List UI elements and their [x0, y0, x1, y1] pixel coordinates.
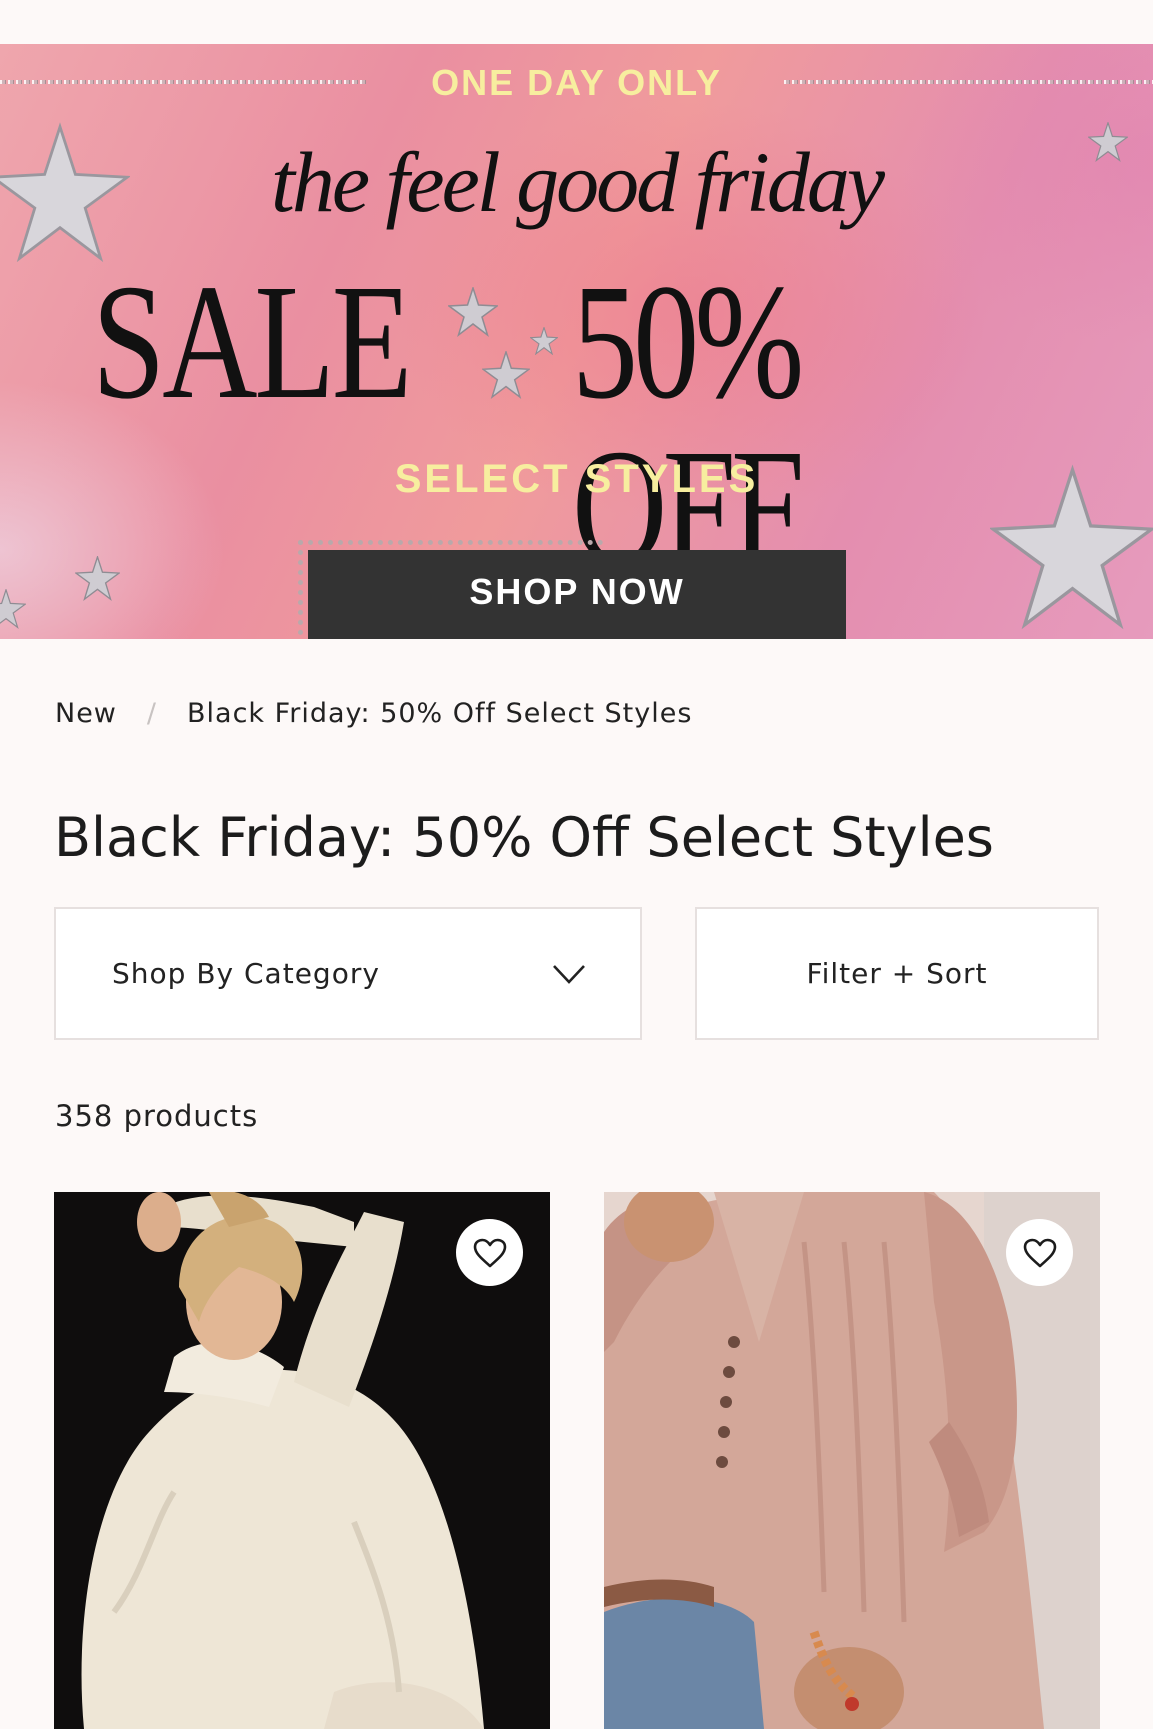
- promo-banner[interactable]: ONE DAY ONLY the feel good friday SALE 5…: [0, 44, 1153, 639]
- glitter-star-icon: [0, 589, 26, 629]
- glitter-star-icon: [530, 327, 558, 355]
- breadcrumb-separator: /: [146, 698, 158, 729]
- filter-sort-label: Filter + Sort: [806, 957, 988, 990]
- breadcrumb: New / Black Friday: 50% Off Select Style…: [55, 698, 692, 729]
- banner-headline: the feel good friday: [270, 134, 885, 230]
- chevron-down-icon: [553, 964, 585, 984]
- product-count: 358 products: [55, 1099, 259, 1133]
- banner-kicker: ONE DAY ONLY: [431, 62, 722, 103]
- glitter-star-icon: [448, 287, 498, 337]
- banner-discount: 50% OFF: [572, 250, 805, 598]
- breadcrumb-current: Black Friday: 50% Off Select Styles: [187, 698, 693, 729]
- shop-now-button[interactable]: SHOP NOW: [308, 550, 846, 639]
- heart-icon: [1023, 1238, 1056, 1267]
- glitter-star-icon: [990, 464, 1153, 630]
- product-card[interactable]: [604, 1192, 1100, 1729]
- wishlist-button[interactable]: [456, 1219, 523, 1286]
- category-dropdown-label: Shop By Category: [112, 957, 380, 990]
- product-card[interactable]: [54, 1192, 550, 1729]
- breadcrumb-link-new[interactable]: New: [55, 698, 117, 729]
- glitter-star-icon: [482, 351, 530, 399]
- glitter-star-icon: [1088, 122, 1128, 162]
- glitter-star-icon: [0, 122, 130, 263]
- shop-by-category-dropdown[interactable]: Shop By Category: [54, 907, 642, 1040]
- page-title: Black Friday: 50% Off Select Styles: [54, 806, 994, 869]
- product-listing-page: ONE DAY ONLY the feel good friday SALE 5…: [0, 0, 1153, 1729]
- banner-sale-word: SALE: [92, 250, 412, 433]
- heart-icon: [473, 1238, 506, 1267]
- wishlist-button[interactable]: [1006, 1219, 1073, 1286]
- banner-subline: SELECT STYLES: [394, 457, 759, 501]
- filter-sort-button[interactable]: Filter + Sort: [695, 907, 1099, 1040]
- glitter-star-icon: [75, 556, 120, 601]
